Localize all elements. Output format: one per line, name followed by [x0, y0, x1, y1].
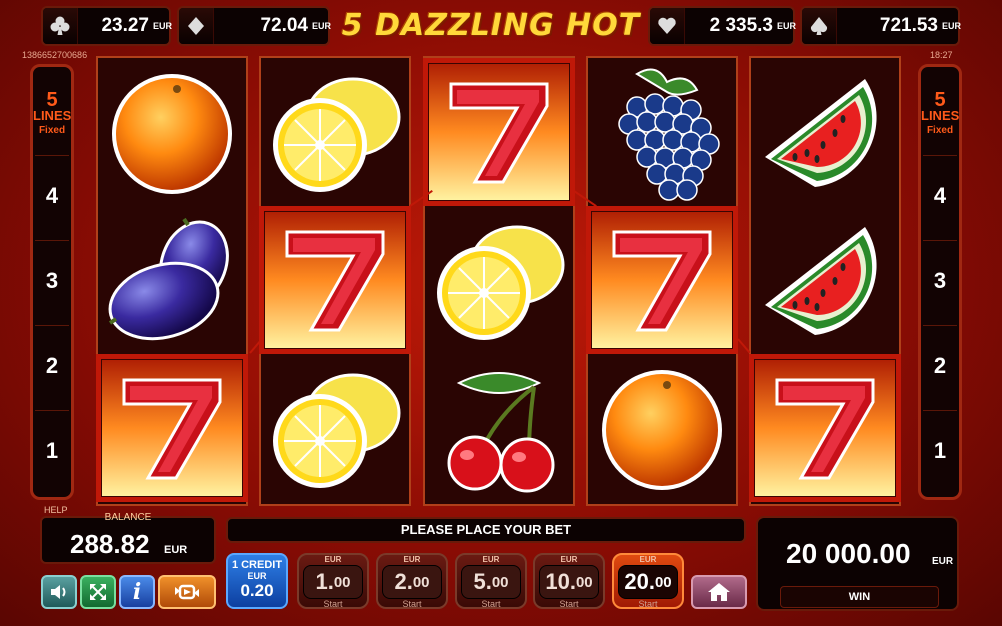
seven-icon — [586, 206, 738, 354]
line-number: 2 — [35, 325, 69, 406]
jackpot-currency: EUR — [312, 20, 332, 31]
autoplay-button[interactable] — [158, 575, 216, 609]
heart-icon — [650, 8, 685, 44]
jackpot-currency: EUR — [777, 20, 797, 31]
lines-panel-right: 5 LINES Fixed 4 3 2 1 — [918, 64, 962, 500]
lemon-icon — [259, 354, 411, 502]
watermelon-icon — [749, 206, 901, 354]
jackpot-value: 23.27 — [101, 15, 149, 36]
lines-panel-left: 5 LINES Fixed 4 3 2 1 — [30, 64, 74, 500]
seven-icon — [259, 206, 411, 354]
cherry-icon — [423, 354, 575, 502]
home-button[interactable] — [691, 575, 747, 609]
bet-decimals: 00 — [491, 573, 509, 591]
balance-display: BALANCE 288.82 EUR — [40, 512, 216, 564]
jackpot-heart: 2 335.3 EUR — [648, 6, 797, 46]
reel-3 — [423, 56, 575, 506]
line-number: 2 — [923, 325, 957, 406]
bet-amount: 1. — [315, 569, 334, 594]
jackpot-diamond: 72.04 EUR — [177, 6, 332, 46]
lines-header: 5 LINES Fixed — [33, 89, 72, 136]
reel-5 — [749, 56, 901, 506]
bet-currency: EUR — [482, 555, 500, 564]
lines-header: 5 LINES Fixed — [921, 89, 960, 136]
win-value: 20 000.00 — [786, 538, 911, 569]
fullscreen-button[interactable] — [80, 575, 116, 609]
bet-currency: EUR — [324, 555, 342, 564]
line-number: 1 — [923, 410, 957, 491]
balance-currency: EUR — [164, 544, 188, 556]
jackpot-value: 72.04 — [260, 15, 308, 36]
bet-button-5[interactable]: EUR 5. 00 Start — [455, 553, 527, 609]
session-id: 1386652700686 — [22, 50, 88, 60]
plum-icon — [96, 206, 248, 354]
bet-start-label: Start — [638, 599, 658, 609]
home-icon — [708, 583, 730, 601]
club-icon — [43, 8, 78, 44]
bet-amount: 10. — [545, 569, 576, 594]
bet-currency: EUR — [403, 555, 421, 564]
bet-start-label: Start — [402, 599, 422, 609]
lemon-icon — [423, 206, 575, 354]
bet-decimals: 00 — [575, 573, 593, 591]
autoplay-icon — [175, 584, 199, 600]
reel-1 — [96, 56, 248, 506]
seven-icon — [749, 354, 901, 502]
line-number: 1 — [35, 410, 69, 491]
line-number: 4 — [923, 155, 957, 236]
status-message: PLEASE PLACE YOUR BET — [226, 517, 746, 543]
bet-amount: 20. — [624, 569, 655, 594]
bet-start-label: Start — [323, 599, 343, 609]
expand-icon — [90, 584, 106, 600]
seven-icon — [423, 58, 575, 206]
game-title: 5 DAZZLING HOT — [341, 8, 641, 43]
info-icon: i — [132, 579, 142, 605]
spade-icon — [802, 8, 837, 44]
speaker-icon — [51, 585, 66, 599]
jackpot-value: 2 335.3 — [709, 15, 773, 36]
bet-amount: 5. — [473, 569, 492, 594]
jackpot-spade: 721.53 EUR — [800, 6, 962, 46]
sound-button[interactable] — [41, 575, 77, 609]
lemon-icon — [259, 58, 411, 206]
reel-2 — [259, 56, 411, 506]
jackpot-currency: EUR — [942, 20, 962, 31]
bet-start-label: Start — [481, 599, 501, 609]
balance-label: BALANCE — [104, 512, 152, 523]
jackpot-value: 721.53 — [879, 15, 938, 36]
line-number: 3 — [35, 240, 69, 321]
bet-start-label: Start — [559, 599, 579, 609]
line-number: 3 — [923, 240, 957, 321]
bet-currency: EUR — [639, 555, 657, 564]
jackpot-club: 23.27 EUR — [41, 6, 173, 46]
diamond-icon — [179, 8, 214, 44]
bet-amount: 2. — [394, 569, 413, 594]
win-display: 20 000.00 EUR WIN — [756, 516, 959, 611]
credit-value-button[interactable]: 1 CREDIT EUR 0.20 — [226, 553, 288, 609]
bet-button-1[interactable]: EUR 1. 00 Start — [297, 553, 369, 609]
bet-decimals: 00 — [412, 573, 430, 591]
grapes-icon — [586, 58, 738, 206]
bet-button-2[interactable]: EUR 2. 00 Start — [376, 553, 448, 609]
balance-value: 288.82 — [70, 529, 150, 559]
jackpot-currency: EUR — [153, 20, 173, 31]
clock: 18:27 — [930, 50, 953, 60]
credit-currency: EUR — [247, 571, 267, 581]
bet-decimals: 00 — [654, 573, 672, 591]
line-number: 4 — [35, 155, 69, 236]
orange-icon — [586, 354, 738, 502]
credit-value: 0.20 — [240, 581, 274, 600]
reel-4 — [586, 56, 738, 506]
win-label: WIN — [780, 586, 939, 608]
bet-decimals: 00 — [333, 573, 351, 591]
bet-button-20[interactable]: EUR 20. 00 Start — [612, 553, 684, 609]
watermelon-icon — [749, 58, 901, 206]
bet-button-10[interactable]: EUR 10. 00 Start — [533, 553, 605, 609]
orange-icon — [96, 58, 248, 206]
seven-icon — [96, 354, 248, 502]
credit-label: 1 CREDIT — [231, 559, 283, 571]
info-button[interactable]: i — [119, 575, 155, 609]
bet-currency: EUR — [560, 555, 578, 564]
win-currency: EUR — [932, 556, 954, 567]
